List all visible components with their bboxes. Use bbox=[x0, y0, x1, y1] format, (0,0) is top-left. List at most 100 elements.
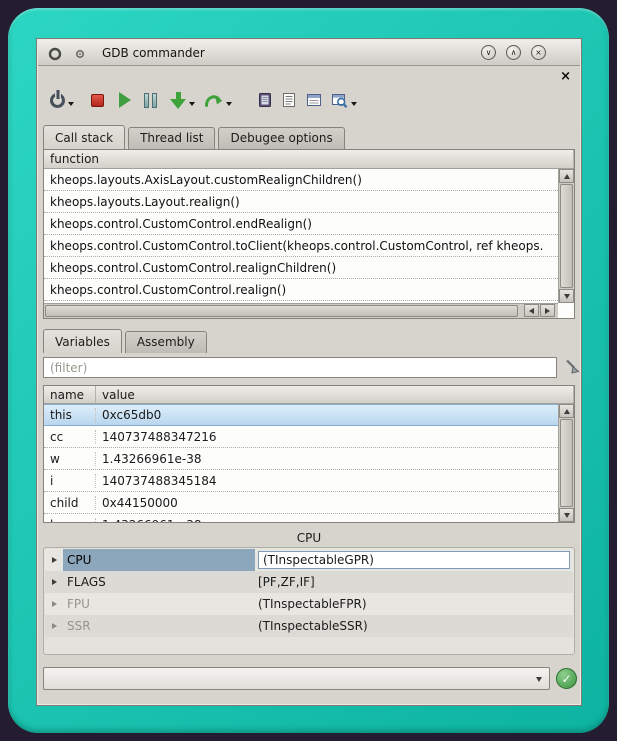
tab-call-stack[interactable]: Call stack bbox=[43, 125, 125, 149]
step-into-dropdown-icon[interactable] bbox=[189, 102, 195, 106]
cpu-row-value: (TInspectableFPR) bbox=[255, 593, 573, 615]
run-button[interactable] bbox=[113, 92, 131, 108]
scroll-down-button[interactable] bbox=[559, 289, 574, 303]
titlebar[interactable]: GDB commander ∨ ∧ × bbox=[38, 40, 580, 66]
cpu-row-value-cell: (TInspectableGPR) bbox=[255, 549, 573, 571]
cpu-row[interactable]: CPU (TInspectableGPR) bbox=[45, 549, 573, 571]
pause-icon bbox=[144, 93, 157, 108]
variable-row[interactable]: cc 140737488347216 bbox=[44, 426, 558, 448]
variables-header: name value bbox=[44, 386, 574, 404]
output-icon bbox=[282, 92, 297, 108]
call-stack-row[interactable]: kheops.layouts.AxisLayout.customRealignC… bbox=[44, 169, 558, 191]
filter-input[interactable] bbox=[43, 357, 557, 378]
step-over-button[interactable] bbox=[204, 92, 232, 108]
call-stack-hscrollbar[interactable] bbox=[44, 303, 558, 318]
scroll-right-button[interactable] bbox=[540, 304, 555, 317]
combo-dropdown-icon[interactable] bbox=[536, 677, 542, 682]
column-header-function[interactable]: function bbox=[44, 150, 574, 168]
call-stack-vscrollbar[interactable] bbox=[558, 169, 574, 303]
power-dropdown-icon[interactable] bbox=[68, 102, 74, 106]
variable-value: 140737488345184 bbox=[96, 474, 558, 488]
clear-filter-icon[interactable] bbox=[564, 358, 581, 375]
variable-name: b bbox=[44, 518, 96, 523]
call-stack-row[interactable]: kheops.control.CustomControl.realignChil… bbox=[44, 257, 558, 279]
power-button[interactable] bbox=[50, 93, 74, 108]
maximize-button[interactable]: ∧ bbox=[506, 45, 521, 60]
column-header-name[interactable]: name bbox=[44, 386, 96, 403]
hscroll-thumb[interactable] bbox=[45, 305, 518, 317]
registers-button[interactable] bbox=[306, 92, 322, 108]
call-stack-row[interactable]: kheops.control.CustomControl.endRealign(… bbox=[44, 213, 558, 235]
tab-variables[interactable]: Variables bbox=[43, 329, 122, 353]
call-stack-list: kheops.layouts.AxisLayout.customRealignC… bbox=[44, 169, 558, 303]
cpu-row[interactable]: FLAGS [PF,ZF,IF] bbox=[45, 571, 573, 593]
cpu-row[interactable]: SSR (TInspectableSSR) bbox=[45, 615, 573, 637]
scroll-down-button[interactable] bbox=[559, 508, 574, 522]
call-stack-row[interactable]: kheops.control.CustomControl.toClient(kh… bbox=[44, 235, 558, 257]
cpu-row-value[interactable]: (TInspectableGPR) bbox=[258, 551, 570, 569]
run-icon bbox=[119, 92, 131, 108]
dock-close-icon[interactable]: × bbox=[560, 70, 571, 83]
cpu-row[interactable]: FPU (TInspectableFPR) bbox=[45, 593, 573, 615]
tab-debugee-options[interactable]: Debugee options bbox=[218, 127, 344, 149]
registers-window-icon bbox=[306, 92, 322, 108]
cpu-row-name: CPU bbox=[63, 549, 255, 571]
variables-panel: name value this 0xc65db0 cc 140737488347… bbox=[43, 385, 575, 523]
shade-button[interactable]: ∨ bbox=[481, 45, 496, 60]
cpu-row-value: [PF,ZF,IF] bbox=[255, 571, 573, 593]
variable-name: w bbox=[44, 452, 96, 466]
output-button[interactable] bbox=[282, 92, 297, 108]
command-combobox[interactable] bbox=[43, 667, 550, 690]
power-icon bbox=[50, 93, 65, 108]
variable-row[interactable]: w 1.43266961e-38 bbox=[44, 448, 558, 470]
tab-thread-list[interactable]: Thread list bbox=[128, 127, 215, 149]
variable-value: 1.43266961e-38 bbox=[96, 452, 558, 466]
expander-icon[interactable] bbox=[45, 601, 63, 607]
call-stack-panel: function kheops.layouts.AxisLayout.custo… bbox=[43, 149, 575, 319]
expander-icon[interactable] bbox=[45, 623, 63, 629]
cpu-row-name: FLAGS bbox=[63, 571, 255, 593]
variable-row[interactable]: child 0x44150000 bbox=[44, 492, 558, 514]
cpu-group: CPU CPU (TInspectableGPR) FLAGS [PF,ZF,I… bbox=[43, 531, 575, 655]
close-button[interactable]: × bbox=[531, 45, 546, 60]
vscroll-thumb[interactable] bbox=[560, 184, 573, 288]
variables-list: this 0xc65db0 cc 140737488347216 w 1.432… bbox=[44, 404, 558, 522]
scroll-up-button[interactable] bbox=[559, 169, 574, 183]
stop-icon bbox=[91, 94, 104, 107]
variable-value: 0xc65db0 bbox=[96, 408, 558, 422]
tab-assembly[interactable]: Assembly bbox=[125, 331, 207, 353]
call-stack-row[interactable]: kheops.control.CustomControl.realign() bbox=[44, 279, 558, 301]
variable-value: 0x44150000 bbox=[96, 496, 558, 510]
inspect-button[interactable] bbox=[331, 92, 357, 109]
scroll-up-button[interactable] bbox=[559, 404, 574, 418]
expander-icon[interactable] bbox=[45, 557, 63, 563]
step-over-dropdown-icon[interactable] bbox=[226, 102, 232, 106]
variable-value: 1.43266961e-38 bbox=[96, 518, 558, 523]
send-command-button[interactable]: ✓ bbox=[556, 668, 577, 689]
inspect-window-icon bbox=[331, 92, 348, 109]
variable-row[interactable]: b 1.43266961e-38 bbox=[44, 514, 558, 522]
stop-button[interactable] bbox=[83, 94, 104, 107]
cpu-tree: CPU (TInspectableGPR) FLAGS [PF,ZF,IF] F… bbox=[43, 547, 575, 655]
step-into-icon bbox=[170, 92, 186, 109]
call-stack-header: function bbox=[44, 150, 574, 169]
call-stack-row[interactable]: kheops.layouts.Layout.realign() bbox=[44, 191, 558, 213]
pause-button[interactable] bbox=[140, 93, 157, 108]
step-into-button[interactable] bbox=[166, 92, 195, 109]
expander-icon[interactable] bbox=[45, 579, 63, 585]
variable-row[interactable]: this 0xc65db0 bbox=[44, 404, 558, 426]
step-over-icon bbox=[204, 92, 223, 108]
variable-name: i bbox=[44, 474, 96, 488]
cpu-row-name: FPU bbox=[63, 593, 255, 615]
log-button[interactable] bbox=[257, 92, 273, 108]
widget-menu-icon[interactable] bbox=[72, 45, 88, 61]
inspect-dropdown-icon[interactable] bbox=[351, 102, 357, 106]
column-header-value[interactable]: value bbox=[96, 386, 574, 403]
vscroll-thumb[interactable] bbox=[560, 419, 573, 507]
variable-name: child bbox=[44, 496, 96, 510]
variable-row[interactable]: i 140737488345184 bbox=[44, 470, 558, 492]
variables-vscrollbar[interactable] bbox=[558, 404, 574, 522]
cpu-group-title: CPU bbox=[43, 531, 575, 546]
scroll-left-button[interactable] bbox=[524, 304, 539, 317]
middle-tabbar: Variables Assembly bbox=[43, 330, 210, 353]
